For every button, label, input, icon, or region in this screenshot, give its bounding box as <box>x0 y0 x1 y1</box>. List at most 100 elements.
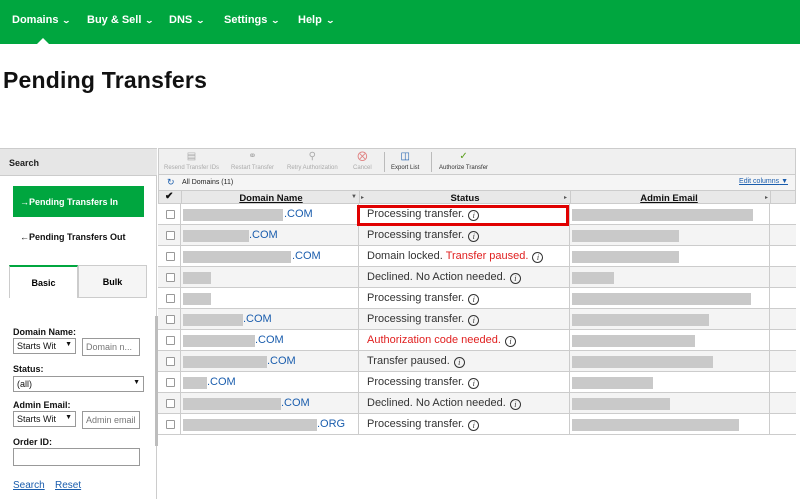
cancel-icon: ⨂ <box>357 151 368 162</box>
retry-authorization-button[interactable]: ⚲ Retry Authorization <box>287 151 338 171</box>
table-row[interactable]: .COM Declined. No Action needed. i <box>158 393 796 414</box>
table-row[interactable]: .COM Processing transfer. i <box>158 225 796 246</box>
domain-tld[interactable]: .ORG <box>317 418 345 430</box>
domain-count-label: All Domains (11) <box>182 179 234 186</box>
chevron-down-icon: ⌄ <box>325 16 335 25</box>
row-checkbox[interactable] <box>166 378 175 387</box>
row-checkbox[interactable] <box>166 315 175 324</box>
table-row[interactable]: .COM Processing transfer. i <box>158 309 796 330</box>
domain-tld[interactable]: .COM <box>207 376 236 388</box>
nav-dns[interactable]: DNS ⌄ <box>169 14 205 26</box>
tab-bulk[interactable]: Bulk <box>78 265 147 298</box>
domain-tld[interactable]: .COM <box>292 250 321 262</box>
restart-transfer-button[interactable]: ⚭ Restart Transfer <box>231 151 274 171</box>
sort-down-icon[interactable]: ▼ <box>351 194 357 200</box>
row-checkbox[interactable] <box>166 231 175 240</box>
domain-tld[interactable]: .COM <box>281 397 310 409</box>
pending-transfers-out-button[interactable]: ←Pending Transfers Out <box>13 228 144 248</box>
redacted-email <box>572 335 695 347</box>
status-select[interactable]: (all) ▼ <box>13 376 144 392</box>
column-resize-icon[interactable]: ▸ <box>564 194 567 201</box>
domain-tld[interactable]: .COM <box>267 355 296 367</box>
info-icon[interactable]: i <box>532 252 544 263</box>
resend-transfer-ids-button[interactable]: ▤ Resend Transfer IDs <box>164 151 219 171</box>
table-row[interactable]: .COM Authorization code needed. i <box>158 330 796 351</box>
grid-column-header: ✔ Domain Name ▼ ▸ Status ▸ Admin Email ▸ <box>158 190 796 204</box>
search-panel: Search →Pending Transfers In ←Pending Tr… <box>0 148 157 499</box>
info-icon[interactable]: i <box>468 315 480 326</box>
order-id-label: Order ID: <box>13 437 53 447</box>
row-checkbox[interactable] <box>166 273 175 282</box>
row-checkbox[interactable] <box>166 252 175 261</box>
info-icon[interactable]: i <box>509 399 521 410</box>
pending-transfers-in-button[interactable]: →Pending Transfers In <box>13 186 144 217</box>
domain-tld[interactable]: .COM <box>249 229 278 241</box>
select-all-checkmark-icon[interactable]: ✔ <box>165 191 173 202</box>
order-id-input[interactable] <box>13 448 140 466</box>
nav-domains[interactable]: Domains ⌄ <box>12 14 72 26</box>
info-icon[interactable]: i <box>504 336 516 347</box>
domain-tld[interactable]: .COM <box>255 334 284 346</box>
status-text: Processing transfer. i <box>367 292 480 305</box>
tab-basic[interactable]: Basic <box>9 265 78 298</box>
info-icon[interactable]: i <box>468 294 480 305</box>
info-icon[interactable]: i <box>468 420 480 431</box>
status-text: Declined. No Action needed. i <box>367 271 521 284</box>
row-checkbox[interactable] <box>166 357 175 366</box>
info-icon[interactable]: i <box>468 231 480 242</box>
page-title: Pending Transfers <box>3 67 208 93</box>
column-admin-email[interactable]: Admin Email <box>571 193 767 204</box>
column-domain-name[interactable]: Domain Name <box>181 193 361 204</box>
admin-email-input[interactable]: Admin email <box>82 411 140 429</box>
redacted-domain <box>183 377 207 389</box>
nav-buy-sell[interactable]: Buy & Sell ⌄ <box>87 14 154 26</box>
column-status[interactable]: Status <box>365 193 565 204</box>
column-resize-icon[interactable]: ▸ <box>361 194 364 201</box>
redacted-email <box>572 314 709 326</box>
column-resize-icon[interactable]: ▸ <box>765 194 768 201</box>
table-row[interactable]: .COM Domain locked. Transfer paused. i <box>158 246 796 267</box>
highlight-box <box>357 205 569 226</box>
redacted-email <box>572 419 739 431</box>
info-icon[interactable]: i <box>468 378 480 389</box>
row-checkbox[interactable] <box>166 399 175 408</box>
status-text: Declined. No Action needed. i <box>367 397 521 410</box>
status-label: Status: <box>13 364 44 374</box>
status-text: Processing transfer. i <box>367 313 480 326</box>
row-checkbox[interactable] <box>166 420 175 429</box>
redacted-domain <box>183 293 211 305</box>
redacted-domain <box>183 209 283 221</box>
cancel-button[interactable]: ⨂ Cancel <box>353 151 372 171</box>
domain-name-input[interactable]: Domain n... <box>82 338 140 356</box>
table-row[interactable]: .COM Transfer paused. i <box>158 351 796 372</box>
redacted-domain <box>183 251 291 263</box>
domain-tld[interactable]: .COM <box>284 208 313 220</box>
nav-help[interactable]: Help ⌄ <box>298 14 335 26</box>
toolbar-separator <box>384 152 385 172</box>
redacted-domain <box>183 356 267 368</box>
info-icon[interactable]: i <box>509 273 521 284</box>
search-link[interactable]: Search <box>13 480 45 491</box>
row-checkbox[interactable] <box>166 210 175 219</box>
domain-match-select[interactable]: Starts Wit ▼ <box>13 338 76 354</box>
table-row[interactable]: .COM Processing transfer. i <box>158 372 796 393</box>
status-text: Processing transfer. i <box>367 229 480 242</box>
reset-link[interactable]: Reset <box>55 480 81 491</box>
redacted-domain <box>183 419 317 431</box>
domain-tld[interactable]: .COM <box>243 313 272 325</box>
info-icon[interactable]: i <box>453 357 465 368</box>
admin-match-select[interactable]: Starts Wit ▼ <box>13 411 76 427</box>
nav-settings[interactable]: Settings ⌄ <box>224 14 280 26</box>
row-checkbox[interactable] <box>166 294 175 303</box>
table-row[interactable]: .ORG Processing transfer. i <box>158 414 796 435</box>
authorize-transfer-button[interactable]: ✓ Authorize Transfer <box>439 151 488 171</box>
table-row[interactable]: Declined. No Action needed. i <box>158 267 796 288</box>
table-row[interactable]: Processing transfer. i <box>158 288 796 309</box>
redacted-email <box>572 230 679 242</box>
status-text: Processing transfer. i <box>367 418 480 431</box>
edit-columns-link[interactable]: Edit columns ▼ <box>739 178 788 185</box>
redacted-domain <box>183 272 211 284</box>
export-list-button[interactable]: ◫ Export List <box>391 151 419 171</box>
refresh-icon[interactable]: ↻ <box>167 177 175 188</box>
row-checkbox[interactable] <box>166 336 175 345</box>
